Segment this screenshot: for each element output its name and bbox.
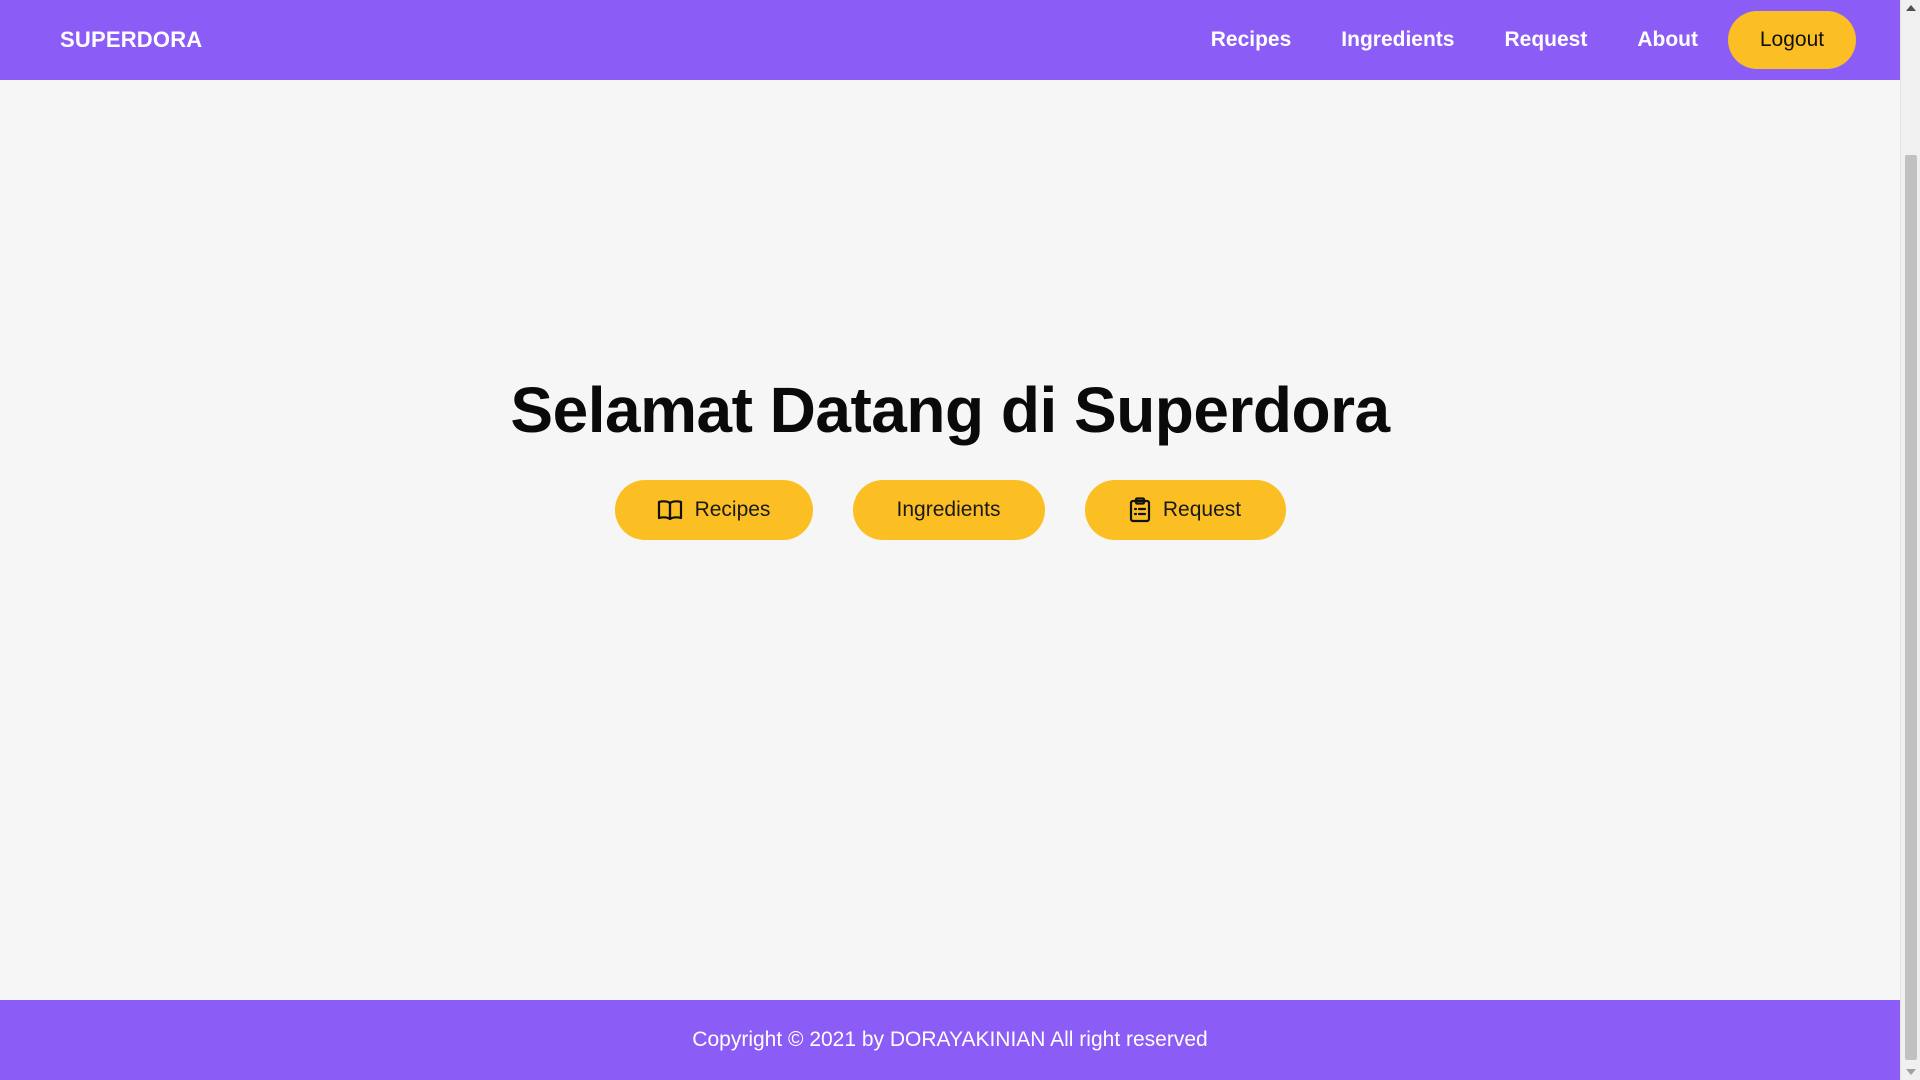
scroll-up-arrow-icon[interactable] (1901, 0, 1920, 16)
footer: Copyright © 2021 by DORAYAKINIAN All rig… (0, 1000, 1900, 1080)
hero-section: Selamat Datang di Superdora Recipes Ingr… (0, 370, 1900, 540)
page-title: Selamat Datang di Superdora (510, 374, 1390, 446)
vertical-scrollbar[interactable] (1900, 0, 1920, 1080)
ingredients-button[interactable]: Ingredients (852, 480, 1045, 540)
recipes-button-label: Recipes (694, 498, 771, 521)
nav-link-ingredients[interactable]: Ingredients (1341, 28, 1454, 52)
logout-button[interactable]: Logout (1728, 11, 1856, 69)
request-button[interactable]: Request (1084, 480, 1286, 540)
nav-link-about[interactable]: About (1637, 28, 1698, 52)
page: SUPERDORA Recipes Ingredients Request Ab… (0, 0, 1920, 1080)
nav-links: Recipes Ingredients Request About Logout (1161, 11, 1856, 69)
copyright-text: Copyright © 2021 by DORAYAKINIAN All rig… (692, 1028, 1208, 1051)
clipboard-list-icon (1129, 497, 1151, 523)
nav-link-recipes[interactable]: Recipes (1211, 28, 1292, 52)
brand-logo[interactable]: SUPERDORA (60, 27, 202, 53)
scrollbar-thumb[interactable] (1905, 155, 1917, 1060)
hero-buttons: Recipes Ingredients Request (0, 480, 1900, 540)
navbar: SUPERDORA Recipes Ingredients Request Ab… (0, 0, 1900, 80)
nav-link-request[interactable]: Request (1504, 28, 1587, 52)
book-open-icon (657, 499, 683, 521)
scroll-down-arrow-icon[interactable] (1901, 1064, 1920, 1080)
request-button-label: Request (1162, 498, 1242, 521)
recipes-button[interactable]: Recipes (614, 480, 813, 540)
content-area: SUPERDORA Recipes Ingredients Request Ab… (0, 0, 1900, 1080)
ingredients-button-label: Ingredients (896, 498, 1001, 521)
